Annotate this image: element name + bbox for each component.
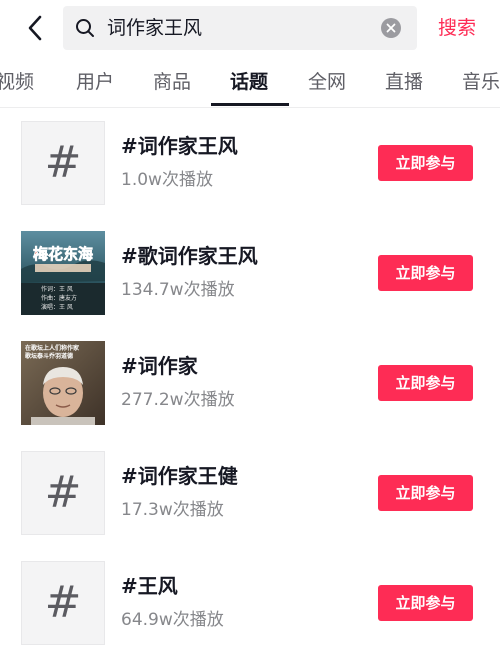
thumbnail-title-text: 梅花东海	[33, 245, 93, 263]
topic-play-count: 1.0w次播放	[121, 170, 213, 190]
topic-result-row[interactable]: 在歌坛上人们称作家 歌坛泰斗乔羽道德 #词作家 277.2w次播放 立即参与	[0, 328, 500, 438]
topic-title: #歌词作家王风	[121, 244, 258, 268]
topic-play-count: 134.7w次播放	[121, 280, 235, 300]
search-icon	[76, 19, 94, 37]
topic-play-count: 64.9w次播放	[121, 610, 224, 630]
clear-search-button[interactable]	[381, 18, 401, 38]
topic-result-row[interactable]: 梅花东海 作词：王 风 作曲：唐友方 演唱：王 风 #歌词作家王风 134.7w…	[0, 218, 500, 328]
topic-title: #王风	[121, 574, 178, 598]
topic-thumbnail-image: 梅花东海 作词：王 风 作曲：唐友方 演唱：王 风	[21, 231, 105, 315]
tab-topics[interactable]: 话题	[230, 68, 268, 96]
tab-products[interactable]: 商品	[153, 68, 191, 96]
join-topic-button[interactable]: 立即参与	[378, 145, 473, 181]
join-topic-button[interactable]: 立即参与	[378, 255, 473, 291]
topic-title: #词作家	[121, 354, 198, 378]
topic-play-count: 17.3w次播放	[121, 500, 224, 520]
thumbnail-caption-line: 在歌坛上人们称作家	[25, 344, 79, 352]
topic-result-row[interactable]: # #王风 64.9w次播放 立即参与	[0, 548, 500, 658]
topic-result-row[interactable]: # #词作家王健 17.3w次播放 立即参与	[0, 438, 500, 548]
tab-music[interactable]: 音乐	[462, 68, 500, 96]
tab-users[interactable]: 用户	[76, 68, 114, 96]
close-icon	[386, 23, 396, 33]
thumbnail-credit-line: 作词：王 风	[41, 285, 73, 293]
thumbnail-credit-line: 作曲：唐友方	[41, 294, 77, 302]
topic-result-row[interactable]: # #词作家王风 1.0w次播放 立即参与	[0, 108, 500, 218]
tab-all-web[interactable]: 全网	[308, 68, 346, 96]
thumbnail-credit-line: 演唱：王 风	[41, 303, 73, 311]
thumbnail-caption-line: 歌坛泰斗乔羽道德	[25, 352, 73, 360]
topic-thumbnail: #	[21, 451, 105, 535]
join-topic-button[interactable]: 立即参与	[378, 475, 473, 511]
topic-thumbnail: #	[21, 121, 105, 205]
search-header: 词作家王风 搜索	[0, 0, 500, 56]
topic-title: #词作家王风	[121, 134, 238, 158]
tab-live[interactable]: 直播	[385, 68, 423, 96]
topic-thumbnail: #	[21, 561, 105, 645]
search-query-text: 词作家王风	[107, 17, 203, 39]
thumbnail-image: 在歌坛上人们称作家 歌坛泰斗乔羽道德	[21, 341, 105, 425]
topic-title: #词作家王健	[121, 464, 238, 488]
search-submit-button[interactable]: 搜索	[438, 14, 476, 42]
join-topic-button[interactable]: 立即参与	[378, 585, 473, 621]
back-button[interactable]	[22, 14, 48, 42]
topic-thumbnail-image: 在歌坛上人们称作家 歌坛泰斗乔羽道德	[21, 341, 105, 425]
hashtag-icon: #	[44, 577, 82, 628]
join-topic-button[interactable]: 立即参与	[378, 365, 473, 401]
thumbnail-image: 梅花东海 作词：王 风 作曲：唐友方 演唱：王 风	[21, 231, 105, 315]
search-category-tabs: 视频 用户 商品 话题 全网 直播 音乐	[0, 56, 500, 108]
topic-play-count: 277.2w次播放	[121, 390, 235, 410]
search-input[interactable]: 词作家王风	[63, 6, 417, 50]
chevron-left-icon	[28, 15, 42, 41]
hashtag-icon: #	[44, 137, 82, 188]
tab-video[interactable]: 视频	[0, 68, 34, 96]
hashtag-icon: #	[44, 467, 82, 518]
active-tab-indicator	[211, 103, 289, 106]
